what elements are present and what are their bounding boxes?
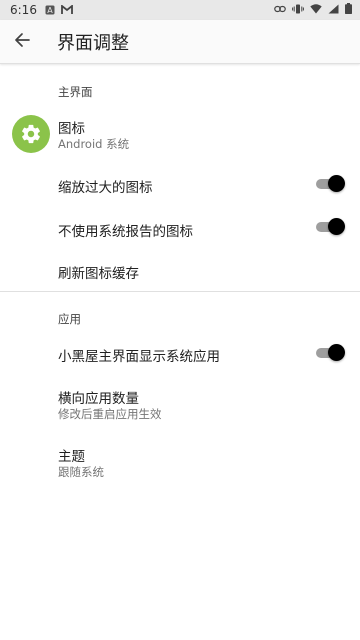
theme-item[interactable]: 主题 跟随系统 xyxy=(0,438,360,488)
battery-icon xyxy=(345,3,352,17)
wifi-icon xyxy=(310,3,322,17)
no-system-icons-switch[interactable] xyxy=(316,216,345,238)
section-title-apps: 应用 xyxy=(58,312,81,326)
refresh-icon-cache-item[interactable]: 刷新图标缓存 xyxy=(0,250,360,290)
settings-gear-icon xyxy=(12,115,50,153)
theme-label: 主题 xyxy=(58,449,85,465)
show-system-apps-item[interactable]: 小黑屋主界面显示系统应用 xyxy=(0,332,360,376)
theme-summary: 跟随系统 xyxy=(58,465,104,479)
switch-thumb xyxy=(328,344,345,361)
back-button[interactable] xyxy=(0,20,44,64)
show-system-apps-switch[interactable] xyxy=(316,342,345,364)
status-time: 6:16 xyxy=(10,3,37,17)
notification-a-icon: A xyxy=(45,5,55,15)
app-bar: 界面调整 xyxy=(0,20,360,64)
scale-icons-switch[interactable] xyxy=(316,173,345,195)
switch-thumb xyxy=(328,218,345,235)
switch-thumb xyxy=(328,175,345,192)
horizontal-app-count-item[interactable]: 横向应用数量 修改后重启应用生效 xyxy=(0,380,360,430)
scale-icons-item[interactable]: 缩放过大的图标 xyxy=(0,162,360,206)
svg-text:A: A xyxy=(47,6,53,15)
section-divider xyxy=(0,291,360,292)
refresh-icon-cache-label: 刷新图标缓存 xyxy=(58,266,139,282)
section-title-home: 主界面 xyxy=(58,85,93,99)
icon-setting-summary: Android 系统 xyxy=(58,137,130,151)
status-bar: 6:16 A xyxy=(0,0,360,20)
link-icon xyxy=(274,3,286,17)
icon-setting-item[interactable]: 图标 Android 系统 xyxy=(0,106,360,162)
signal-icon xyxy=(328,3,339,17)
vibrate-icon xyxy=(292,3,304,17)
horizontal-app-count-summary: 修改后重启应用生效 xyxy=(58,407,162,421)
gmail-icon xyxy=(61,5,73,15)
icon-setting-label: 图标 xyxy=(58,121,85,137)
show-system-apps-label: 小黑屋主界面显示系统应用 xyxy=(58,349,220,365)
no-system-icons-item[interactable]: 不使用系统报告的图标 xyxy=(0,206,360,250)
arrow-back-icon xyxy=(14,32,30,52)
scale-icons-label: 缩放过大的图标 xyxy=(58,180,153,196)
horizontal-app-count-label: 横向应用数量 xyxy=(58,391,139,407)
page-title: 界面调整 xyxy=(57,32,129,54)
no-system-icons-label: 不使用系统报告的图标 xyxy=(58,224,193,240)
